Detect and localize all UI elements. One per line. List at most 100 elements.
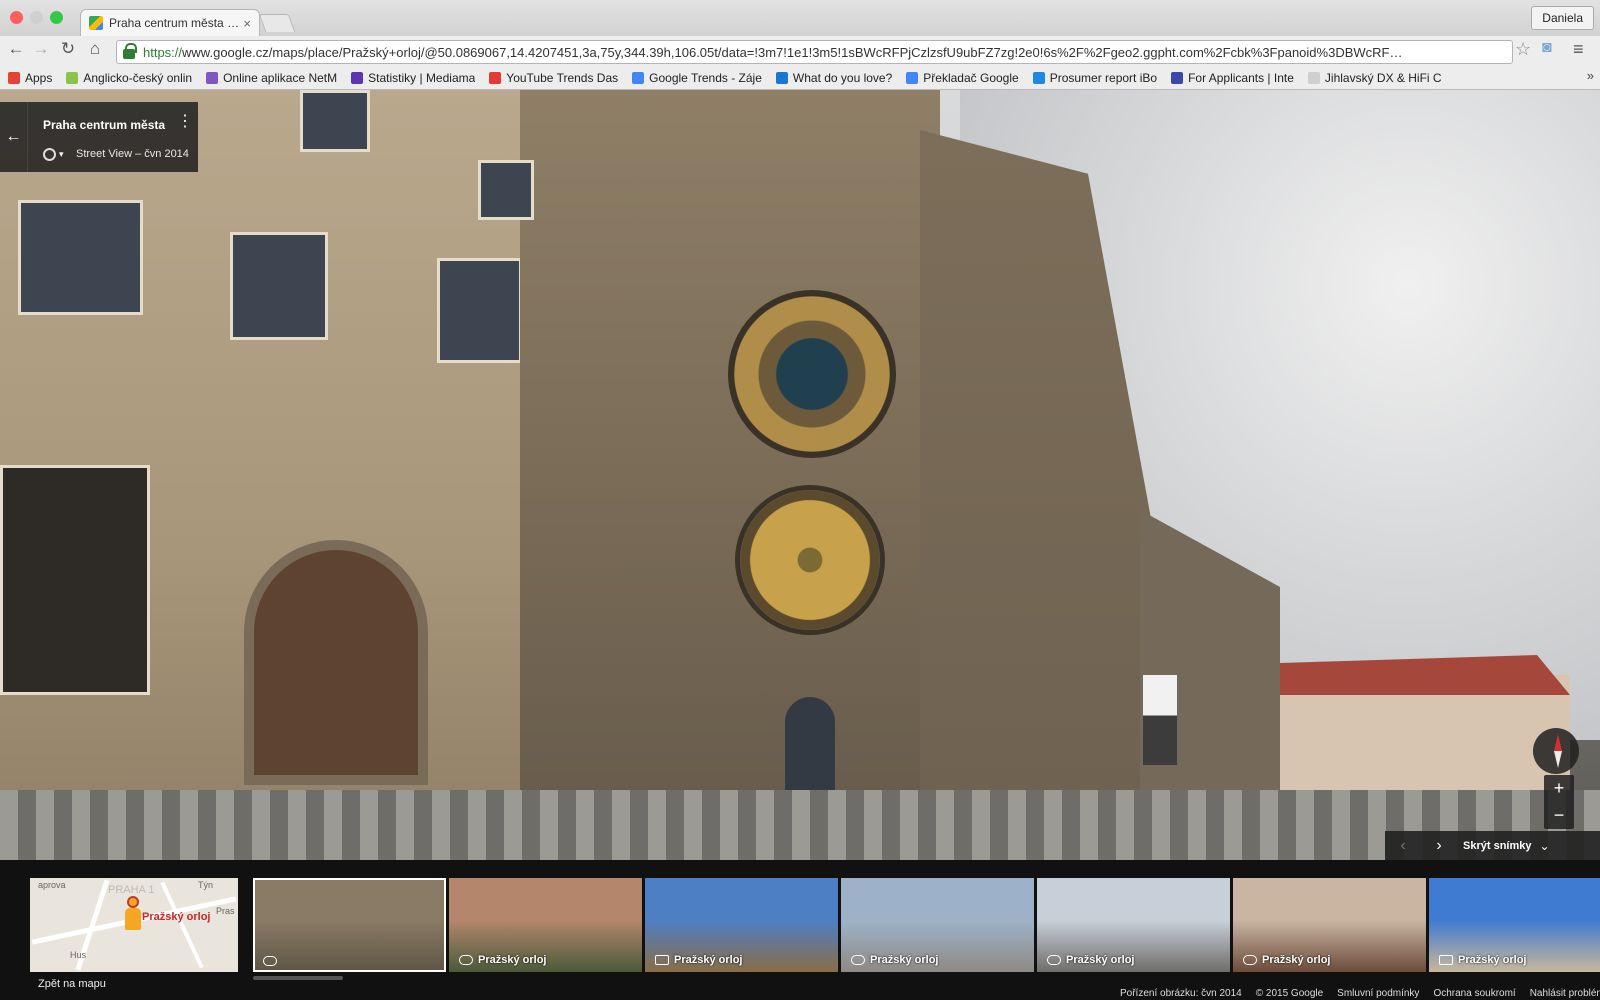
window <box>478 160 534 220</box>
camera-extension-icon[interactable]: ◙ <box>1542 39 1552 57</box>
camera-icon <box>655 955 669 965</box>
report-problem-link[interactable]: Nahlásit problém <box>1530 988 1600 999</box>
privacy-link[interactable]: Ochrana soukromí <box>1433 988 1515 999</box>
zoom-window-button[interactable] <box>50 11 63 24</box>
thumbnail-caption: Pražský orloj <box>1047 954 1134 966</box>
panorama-360-icon <box>851 955 865 965</box>
dropdown-caret-icon[interactable]: ▾ <box>59 149 64 160</box>
capture-date: Pořízení obrázku: čvn 2014 <box>1120 988 1242 999</box>
bookmark-item[interactable]: Jihlavský DX & HiFi C <box>1307 71 1442 85</box>
map-label: Týn <box>198 880 214 890</box>
back-to-map-link[interactable]: Zpět na mapu <box>38 978 106 990</box>
bookmark-item[interactable]: Online aplikace NetM <box>206 71 337 85</box>
filmstrip-thumbnail[interactable]: Pražský orloj <box>841 878 1034 972</box>
ie-icon <box>1171 71 1184 84</box>
time-travel-clock-icon[interactable] <box>43 148 56 161</box>
filmstrip-thumbnail[interactable]: Pražský orloj <box>449 878 642 972</box>
filmstrip-thumbnail[interactable] <box>253 878 446 972</box>
bookmark-label: Překladač Google <box>923 70 1019 85</box>
tab-close-icon[interactable]: × <box>243 16 251 31</box>
filmstrip-thumbnail[interactable]: Pražský orloj <box>645 878 838 972</box>
window <box>18 200 143 315</box>
back-arrow-icon[interactable]: ← <box>0 102 28 172</box>
home-icon[interactable]: ⌂ <box>84 39 106 59</box>
chevron-down-icon[interactable]: ⌄ <box>1539 839 1549 853</box>
user-profile-button[interactable]: Daniela <box>1531 6 1594 30</box>
map-road <box>160 881 204 969</box>
thumbnail-caption: Pražský orloj <box>459 954 546 966</box>
bookmarks-overflow-icon[interactable]: » <box>1587 68 1594 83</box>
filmstrip-controls: ‹ › Skrýt snímky ⌄ <box>1385 831 1600 860</box>
maps-favicon-icon <box>89 16 103 30</box>
zoom-out-button[interactable]: − <box>1544 802 1574 829</box>
map-label: aprova <box>38 880 66 890</box>
apps-grid-icon <box>8 71 20 84</box>
filmstrip-scrollbar[interactable] <box>253 976 343 980</box>
bookmark-item[interactable]: Google Trends - Záje <box>632 71 762 85</box>
youtube-icon <box>489 71 502 84</box>
astronomical-clock-dial <box>728 290 896 458</box>
circle-icon <box>351 71 364 84</box>
hide-photos-button[interactable]: Skrýt snímky <box>1463 840 1531 852</box>
bookmark-item[interactable]: Překladač Google <box>906 70 1019 85</box>
thumbnail-label: Pražský orloj <box>1066 954 1135 966</box>
forward-arrow-icon[interactable]: → <box>30 39 52 59</box>
bookmark-item[interactable]: For Applicants | Inte <box>1171 71 1294 85</box>
google-icon <box>632 71 645 84</box>
people-icon <box>206 71 219 84</box>
copyright: © 2015 Google <box>1255 988 1324 999</box>
url-scheme: https:// <box>143 44 183 60</box>
url-text: www.google.cz/maps/place/Pražský+orloj/@… <box>182 44 1403 60</box>
filmstrip-next-button[interactable]: › <box>1421 837 1457 855</box>
bookmark-item[interactable]: Prosumer report iBo <box>1032 71 1157 85</box>
street-view-panorama[interactable] <box>0 90 1600 860</box>
minimap-place-label: Pražský orloj <box>142 911 211 923</box>
new-tab-button[interactable] <box>258 14 296 32</box>
bookmark-label: Statistiky | Mediama <box>368 70 476 85</box>
more-options-icon[interactable]: ⋮ <box>177 114 193 130</box>
hamburger-menu-icon[interactable]: ≡ <box>1573 39 1584 60</box>
reload-icon[interactable]: ↻ <box>57 39 79 59</box>
tab-maps[interactable]: Praha centrum města – Ma × <box>80 9 260 36</box>
capture-info: Street View – čvn 2014 <box>76 148 189 160</box>
bookmark-item[interactable]: Statistiky | Mediama <box>351 71 475 85</box>
pegman-body-icon <box>125 908 141 930</box>
bookmark-item[interactable]: YouTube Trends Das <box>489 71 618 85</box>
filmstrip-prev-button[interactable]: ‹ <box>1385 837 1421 855</box>
location-title: Praha centrum města <box>43 118 166 132</box>
bookmark-label: Google Trends - Záje <box>649 70 762 85</box>
gothic-door <box>244 540 428 785</box>
filmstrip-thumbnail[interactable]: Pražský orloj <box>1037 878 1230 972</box>
bookmark-item[interactable]: Anglicko-český onlin <box>66 71 192 85</box>
address-bar[interactable]: https:// www.google.cz/maps/place/Pražsk… <box>116 40 1513 64</box>
compass-button[interactable] <box>1533 728 1579 774</box>
panorama-360-icon <box>1047 955 1061 965</box>
minimap[interactable]: aprova PRAHA 1 Týn Pras Hus Pražský orlo… <box>30 878 238 972</box>
bookmark-label: Online aplikace NetM <box>223 70 338 85</box>
thumbnail-label: Pražský orloj <box>478 954 547 966</box>
minimize-window-button[interactable] <box>30 11 43 24</box>
filmstrip-thumbnail[interactable]: Pražský orloj <box>1429 878 1600 972</box>
thumbnail-label: Pražský orloj <box>870 954 939 966</box>
close-window-button[interactable] <box>10 11 23 24</box>
zoom-in-button[interactable]: + <box>1544 775 1574 802</box>
terms-link[interactable]: Smluvní podmínky <box>1337 988 1419 999</box>
filmstrip-thumbnail[interactable]: Pražský orloj <box>1233 878 1426 972</box>
photo-filmstrip: Pražský orloj Pražský orloj Pražský orloj P… <box>253 878 1600 972</box>
bookmark-label: Apps <box>25 70 53 85</box>
bookmark-item[interactable]: Apps <box>8 71 52 85</box>
cobblestone-ground <box>0 790 1600 860</box>
thumbnail-label: Pražský orloj <box>1458 954 1527 966</box>
map-label: PRAHA 1 <box>108 884 155 896</box>
translate-icon <box>906 71 919 84</box>
bookmark-star-icon[interactable]: ☆ <box>1515 39 1531 60</box>
bookmark-item[interactable]: What do you love? <box>775 70 893 85</box>
tab-title: Praha centrum města – Ma <box>109 16 240 30</box>
bookmark-label: What do you love? <box>792 70 893 85</box>
back-arrow-icon[interactable]: ← <box>5 39 27 59</box>
bottom-panel: aprova PRAHA 1 Týn Pras Hus Pražský orlo… <box>0 860 1600 1000</box>
panorama-360-icon <box>263 956 277 966</box>
bookmark-label: YouTube Trends Das <box>506 70 619 85</box>
clock-tower <box>520 90 940 860</box>
l-badge-icon <box>66 71 79 84</box>
